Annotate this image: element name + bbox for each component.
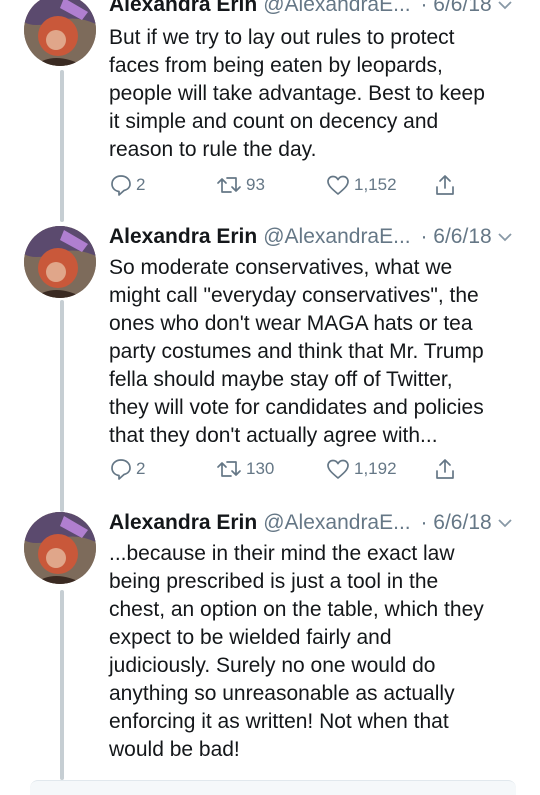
retweet-count: 130 <box>246 459 275 478</box>
author-name[interactable]: Alexandra Erin <box>109 0 257 16</box>
tweet-actions: 2 93 1,152 <box>0 170 540 200</box>
tweet-text-line: being prescribed is just a tool in the <box>109 570 439 593</box>
author-handle[interactable]: @AlexandraE... <box>263 0 410 16</box>
author-name[interactable]: Alexandra Erin <box>109 225 257 248</box>
tweet-text-line: So moderate conservatives, what we <box>109 256 453 279</box>
author-handle[interactable]: @AlexandraE... <box>263 511 410 534</box>
avatar-image <box>24 0 96 66</box>
chevron-down-icon[interactable] <box>497 517 513 529</box>
tweet[interactable]: Alexandra Erin @AlexandraE... · 6/6/18 Bu… <box>0 0 540 210</box>
tweet-actions: 2 130 1,192 <box>0 454 540 484</box>
tweet-text-line: people will take advantage. Best to keep <box>109 82 485 105</box>
tweet-text-line: chest, an option on the table, which the… <box>109 598 484 621</box>
tweet-text-line: ...because in their mind the exact law <box>109 542 455 565</box>
reply-icon <box>111 175 131 196</box>
tweet-text-line: fella should maybe stay off of Twitter, <box>109 368 453 391</box>
reply-count: 2 <box>136 459 146 478</box>
tweet-text-line: enforcing it as written! Not when that <box>109 710 449 733</box>
avatar[interactable] <box>24 512 96 584</box>
tweet-header: Alexandra Erin @AlexandraE... · 6/6/18 <box>109 508 492 538</box>
share-button[interactable] <box>434 454 456 484</box>
tweet-date[interactable]: · 6/6/18 <box>420 511 491 534</box>
tweet[interactable]: Alexandra Erin @AlexandraE... · 6/6/18 So… <box>0 222 540 502</box>
tweet-text-line: ones who don't wear MAGA hats or tea <box>109 312 473 335</box>
share-button[interactable] <box>434 170 456 200</box>
retweet-button[interactable]: 93 <box>216 170 265 200</box>
like-button[interactable]: 1,152 <box>326 170 397 200</box>
tweet-text-line: But if we try to lay out rules to protec… <box>109 26 455 49</box>
heart-icon <box>327 459 349 479</box>
like-count: 1,152 <box>354 175 397 194</box>
tweet-text-line: expect to be wielded fairly and <box>109 626 392 649</box>
bottom-compose-bar[interactable] <box>30 780 516 795</box>
tweet-text: ...because in their mind the exact law b… <box>109 540 529 764</box>
tweet-text-line: faces from being eaten by leopards, <box>109 54 443 77</box>
share-icon <box>436 459 454 479</box>
tweet-date[interactable]: · 6/6/18 <box>420 0 491 16</box>
chevron-down-icon[interactable] <box>497 231 513 243</box>
tweet-text: But if we try to lay out rules to protec… <box>109 24 529 164</box>
tweet[interactable]: Alexandra Erin @AlexandraE... · 6/6/18 ..… <box>0 508 540 778</box>
share-icon <box>436 175 454 195</box>
retweet-count: 93 <box>246 175 265 194</box>
like-count: 1,192 <box>354 459 397 478</box>
tweet-text-line: anything so unreasonable as actually <box>109 682 455 705</box>
reply-button[interactable]: 2 <box>110 170 145 200</box>
tweet-header: Alexandra Erin @AlexandraE... · 6/6/18 <box>109 222 492 252</box>
tweet-date[interactable]: · 6/6/18 <box>420 225 491 248</box>
author-handle[interactable]: @AlexandraE... <box>263 225 410 248</box>
reply-icon <box>111 459 131 480</box>
tweet-text-line: that they don't actually agree with... <box>109 424 438 447</box>
tweet-text-line: reason to rule the day. <box>109 138 317 161</box>
tweet-text-line: party costumes and think that Mr. Trump <box>109 340 484 363</box>
tweet-text-line: might call "everyday conservatives", the <box>109 284 479 307</box>
reply-count: 2 <box>136 175 146 194</box>
retweet-icon <box>217 177 241 193</box>
author-name[interactable]: Alexandra Erin <box>109 511 257 534</box>
avatar-image <box>24 512 96 584</box>
chevron-down-icon[interactable] <box>497 0 513 11</box>
like-button[interactable]: 1,192 <box>326 454 397 484</box>
tweet-text-line: it simple and count on decency and <box>109 110 439 133</box>
retweet-icon <box>217 461 241 477</box>
tweet-text: So moderate conservatives, what we might… <box>109 254 529 450</box>
tweet-header: Alexandra Erin @AlexandraE... · 6/6/18 <box>109 0 492 20</box>
heart-icon <box>327 175 349 195</box>
avatar[interactable] <box>24 0 96 66</box>
avatar[interactable] <box>24 226 96 298</box>
tweet-text-line: judiciously. Surely no one would do <box>109 654 436 677</box>
reply-button[interactable]: 2 <box>110 454 145 484</box>
retweet-button[interactable]: 130 <box>216 454 274 484</box>
tweet-text-line: they will vote for candidates and polici… <box>109 396 484 419</box>
tweet-text-line: would be bad! <box>109 738 240 761</box>
avatar-image <box>24 226 96 298</box>
